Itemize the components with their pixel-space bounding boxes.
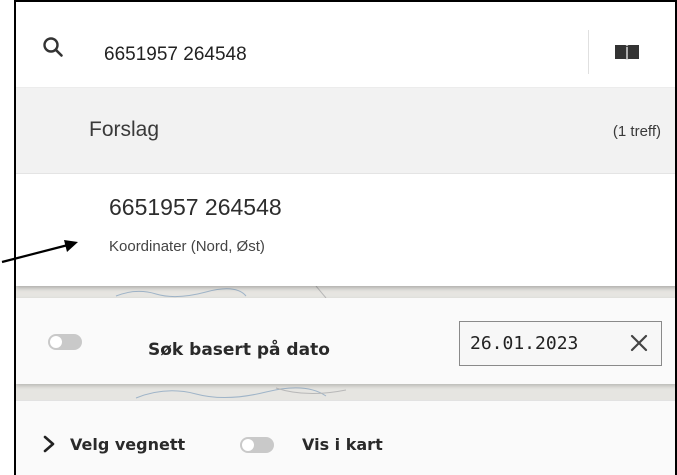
select-network-label[interactable]: Velg vegnett (70, 435, 185, 454)
suggestions-header: Forslag (1 treff) (16, 88, 675, 174)
suggestion-subtitle: Koordinater (Nord, Øst) (109, 238, 265, 255)
search-bar (16, 2, 675, 88)
chevron-right-icon[interactable] (42, 435, 56, 453)
map-background[interactable] (16, 384, 675, 400)
suggestions-title: Forslag (89, 118, 160, 141)
suggestion-title: 6651957 264548 (109, 194, 282, 220)
suggestions-count: (1 treff) (612, 123, 661, 140)
date-filter-toggle[interactable] (48, 334, 82, 350)
search-input[interactable] (104, 40, 574, 70)
toggle-knob (242, 439, 254, 451)
show-in-map-toggle[interactable] (240, 437, 274, 453)
date-filter-label: Søk basert på dato (148, 340, 330, 360)
date-filter-panel: Søk basert på dato 26.01.2023 (16, 298, 675, 384)
date-field[interactable]: 26.01.2023 (459, 321, 662, 366)
close-icon[interactable] (627, 331, 651, 355)
show-in-map-label: Vis i kart (302, 435, 383, 454)
search-panel: Forslag (1 treff) 6651957 264548 Koordin… (16, 2, 675, 286)
map-background[interactable] (16, 286, 675, 298)
book-icon[interactable] (612, 42, 642, 64)
map-viewport: Forslag (1 treff) 6651957 264548 Koordin… (14, 0, 677, 475)
toggle-knob (50, 336, 62, 348)
suggestion-item[interactable]: 6651957 264548 Koordinater (Nord, Øst) (16, 174, 675, 286)
date-value: 26.01.2023 (470, 333, 579, 354)
search-divider (588, 30, 589, 74)
search-icon[interactable] (42, 36, 64, 58)
network-panel: Velg vegnett Vis i kart (16, 400, 675, 475)
